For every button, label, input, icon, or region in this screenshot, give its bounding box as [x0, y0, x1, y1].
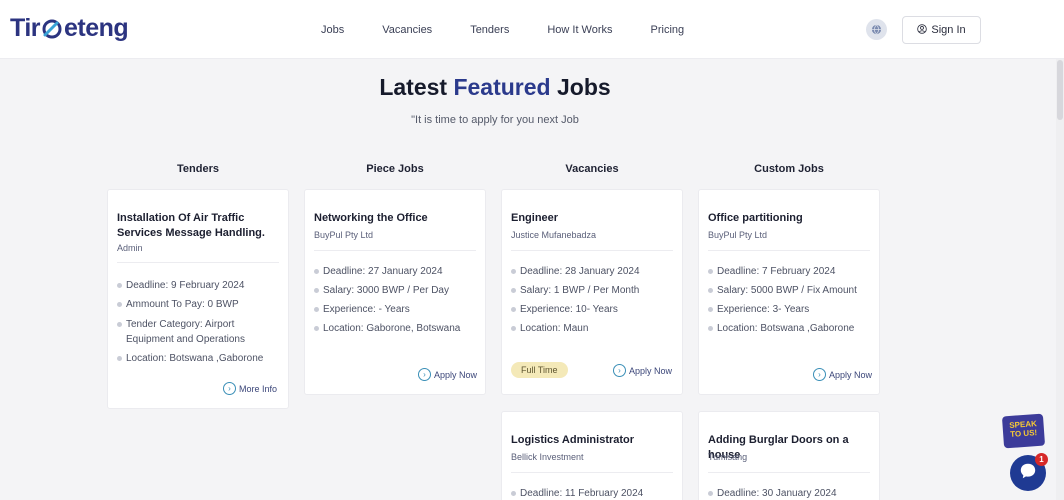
- custom-job-card[interactable]: Office partitioning BuyPul Pty Ltd Deadl…: [698, 189, 880, 395]
- location-detail: Location: Gaborone, Botswana: [314, 321, 477, 336]
- chat-notification-badge: 1: [1035, 453, 1048, 466]
- speak-to-us-button[interactable]: SPEAK TO US!: [1001, 413, 1046, 449]
- sign-in-label: Sign In: [931, 24, 966, 36]
- job-title[interactable]: Logistics Administrator: [511, 433, 634, 448]
- logo-text-right: eteng: [64, 14, 129, 42]
- nav-vacancies[interactable]: Vacancies: [382, 24, 432, 36]
- job-type-badge: Full Time: [511, 362, 568, 378]
- apply-now-link[interactable]: › Apply Now: [813, 368, 872, 381]
- company-name: BuyPul Pty Ltd: [314, 230, 374, 240]
- company-name: Bellick Investment: [511, 452, 584, 462]
- job-title[interactable]: Networking the Office: [314, 211, 428, 226]
- job-title[interactable]: Office partitioning: [708, 211, 803, 226]
- deadline-detail: Deadline: 30 January 2024: [708, 486, 871, 500]
- globe-icon[interactable]: [866, 19, 887, 40]
- apply-now-link[interactable]: › Apply Now: [418, 368, 477, 381]
- experience-detail: Experience: - Years: [314, 302, 477, 317]
- divider: [511, 472, 673, 473]
- deadline-detail: Deadline: 27 January 2024: [314, 264, 477, 279]
- nav-jobs[interactable]: Jobs: [321, 24, 344, 36]
- section-subtitle: "It is time to apply for you next Job: [411, 114, 579, 126]
- title-start: Latest: [379, 74, 448, 100]
- salary-detail: Salary: 1 BWP / Per Month: [511, 283, 674, 298]
- amount-detail: Ammount To Pay: 0 BWP: [117, 297, 280, 312]
- section-title: Latest Featured Jobs: [0, 74, 990, 101]
- top-header: Tir eteng Jobs Vacancies Tenders How It …: [0, 0, 1064, 59]
- deadline-detail: Deadline: 9 February 2024: [117, 278, 280, 293]
- company-name: Tumisang: [708, 452, 748, 462]
- location-detail: Location: Botswana ,Gaborone: [117, 351, 280, 366]
- column-heading-vacancies: Vacancies: [565, 163, 619, 175]
- tender-card[interactable]: Installation Of Air Traffic Services Mes…: [107, 189, 289, 409]
- custom-job-card[interactable]: Adding Burglar Doors on a house Tumisang…: [698, 411, 880, 500]
- more-info-link[interactable]: › More Info: [223, 382, 277, 395]
- experience-detail: Experience: 10- Years: [511, 302, 674, 317]
- user-icon: [917, 23, 928, 37]
- deadline-detail: Deadline: 7 February 2024: [708, 264, 871, 279]
- location-detail: Location: Botswana ,Gaborone: [708, 321, 871, 336]
- page-scrollbar[interactable]: [1056, 59, 1064, 500]
- job-title[interactable]: Installation Of Air Traffic Services Mes…: [117, 211, 277, 241]
- divider: [314, 250, 476, 251]
- title-end: Jobs: [556, 74, 611, 100]
- chat-launcher-button[interactable]: 1: [1010, 453, 1048, 491]
- column-heading-custom-jobs: Custom Jobs: [754, 163, 824, 175]
- salary-detail: Salary: 5000 BWP / Fix Amount: [708, 283, 871, 298]
- logo-mark-icon: [41, 18, 63, 40]
- logo-text-left: Tir: [10, 14, 41, 42]
- divider: [511, 250, 673, 251]
- arrow-circle-icon: ›: [613, 364, 626, 377]
- salary-detail: Salary: 3000 BWP / Per Day: [314, 283, 477, 298]
- experience-detail: Experience: 3- Years: [708, 302, 871, 317]
- divider: [708, 250, 870, 251]
- column-heading-tenders: Tenders: [177, 163, 219, 175]
- main-nav: Jobs Vacancies Tenders How It Works Pric…: [306, 0, 684, 59]
- arrow-circle-icon: ›: [813, 368, 826, 381]
- nav-tenders[interactable]: Tenders: [470, 24, 509, 36]
- title-accent: Featured: [453, 74, 551, 100]
- location-detail: Location: Maun: [511, 321, 674, 336]
- speak-line-2: TO US!: [1009, 428, 1038, 439]
- company-name: BuyPul Pty Ltd: [708, 230, 768, 240]
- column-heading-piece-jobs: Piece Jobs: [366, 163, 424, 175]
- company-name: Justice Mufanebadza: [511, 230, 597, 240]
- vacancy-card[interactable]: Engineer Justice Mufanebadza Deadline: 2…: [501, 189, 683, 395]
- divider: [117, 262, 279, 263]
- deadline-detail: Deadline: 28 January 2024: [511, 264, 674, 279]
- sign-in-button[interactable]: Sign In: [902, 16, 981, 44]
- piece-job-card[interactable]: Networking the Office BuyPul Pty Ltd Dea…: [304, 189, 486, 395]
- arrow-circle-icon: ›: [223, 382, 236, 395]
- nav-pricing[interactable]: Pricing: [651, 24, 685, 36]
- category-detail: Tender Category: Airport Equipment and O…: [117, 317, 280, 347]
- site-logo[interactable]: Tir eteng: [10, 14, 129, 43]
- apply-now-link[interactable]: › Apply Now: [613, 364, 672, 377]
- deadline-detail: Deadline: 11 February 2024: [511, 486, 674, 500]
- vacancy-card[interactable]: Logistics Administrator Bellick Investme…: [501, 411, 683, 500]
- scrollbar-thumb[interactable]: [1057, 60, 1063, 120]
- job-title[interactable]: Engineer: [511, 211, 558, 226]
- nav-how-it-works[interactable]: How It Works: [547, 24, 612, 36]
- company-name: Admin: [117, 243, 143, 253]
- divider: [708, 472, 870, 473]
- chat-bubble-icon: [1019, 462, 1037, 485]
- arrow-circle-icon: ›: [418, 368, 431, 381]
